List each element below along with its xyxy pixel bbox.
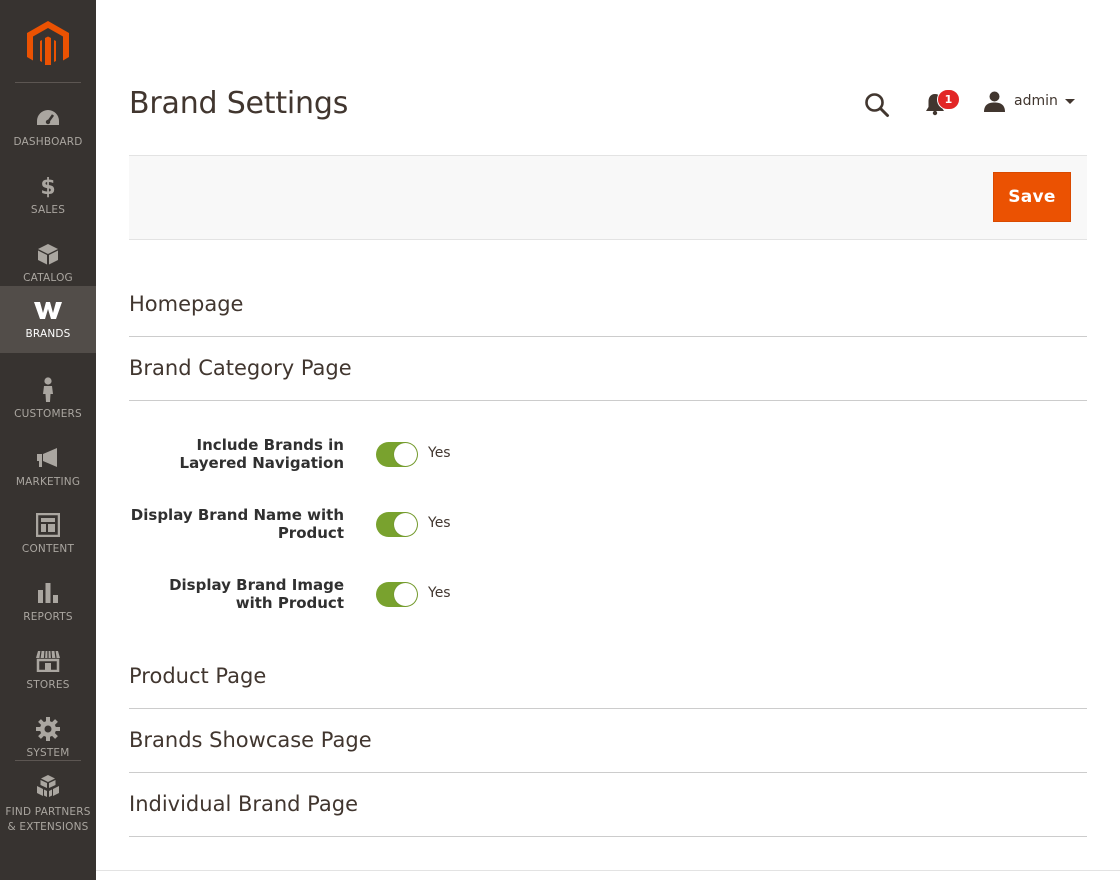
sidebar-item-label: CONTENT	[21, 543, 75, 555]
section-brands-showcase-page[interactable]: Brands Showcase Page	[129, 709, 1087, 773]
user-name: admin	[1014, 93, 1058, 109]
sidebar-item-label: CUSTOMERS	[14, 408, 82, 420]
sidebar-item-label: DASHBOARD	[13, 136, 83, 148]
sidebar-item-label: MARKETING	[15, 476, 81, 488]
toggle-switch[interactable]	[376, 512, 418, 537]
sidebar-item-label: CATALOG	[23, 272, 73, 284]
admin-sidebar: DASHBOARD $ SALES CATALOG BRANDS CUSTOME…	[0, 0, 96, 880]
sidebar-item-label: REPORTS	[23, 611, 73, 623]
sidebar-divider	[15, 82, 81, 83]
sidebar-item-label: SALES	[30, 204, 66, 216]
cubes-icon	[36, 773, 60, 799]
section-brand-category-page[interactable]: Brand Category Page	[129, 337, 1087, 401]
page-actions-bar	[129, 155, 1087, 240]
toggle-knob	[394, 513, 417, 536]
section-title: Product Page	[129, 664, 267, 688]
section-product-page[interactable]: Product Page	[129, 645, 1087, 709]
field-include-brands-layered-nav: Include Brands in Layered Navigation Yes	[129, 436, 729, 486]
sidebar-item-customers[interactable]: CUSTOMERS	[0, 366, 96, 433]
section-title: Brands Showcase Page	[129, 728, 372, 752]
person-icon	[41, 377, 55, 403]
sidebar-item-marketing[interactable]: MARKETING	[0, 434, 96, 501]
sidebar-item-label: BRANDS	[25, 328, 71, 340]
sidebar-item-system[interactable]: SYSTEM	[0, 705, 96, 772]
sidebar-divider	[15, 760, 81, 761]
toggle-value: Yes	[428, 585, 451, 601]
megaphone-icon	[36, 445, 60, 471]
user-account-menu[interactable]: admin	[984, 89, 1075, 113]
section-title: Individual Brand Page	[129, 792, 359, 816]
toggle-knob	[394, 583, 417, 606]
sidebar-item-label: SYSTEM	[26, 747, 70, 759]
brand-w-icon	[33, 297, 63, 323]
search-icon[interactable]	[864, 92, 890, 118]
chevron-down-icon	[1064, 98, 1075, 104]
toggle-value: Yes	[428, 515, 451, 531]
bar-chart-icon	[37, 580, 59, 606]
sidebar-item-stores[interactable]: STORES	[0, 637, 96, 704]
storefront-icon	[35, 648, 61, 674]
svg-text:$: $	[40, 175, 55, 198]
field-display-brand-image: Display Brand Image with Product Yes	[129, 576, 729, 626]
sidebar-item-sales[interactable]: $ SALES	[0, 162, 96, 229]
footer-divider	[96, 870, 1120, 871]
user-icon	[984, 91, 1005, 112]
gear-icon	[36, 716, 60, 742]
section-homepage[interactable]: Homepage	[129, 273, 1087, 337]
section-individual-brand-page[interactable]: Individual Brand Page	[129, 773, 1087, 837]
page-title: Brand Settings	[129, 86, 349, 121]
toggle-switch[interactable]	[376, 582, 418, 607]
sidebar-item-label: FIND PARTNERS & EXTENSIONS	[5, 806, 91, 833]
field-label: Display Brand Image with Product	[169, 576, 344, 612]
field-label: Include Brands in Layered Navigation	[179, 436, 344, 472]
notification-count-badge[interactable]: 1	[937, 89, 960, 110]
sidebar-item-find-partners[interactable]: FIND PARTNERS & EXTENSIONS	[0, 770, 96, 840]
magento-logo-icon[interactable]	[27, 21, 69, 65]
toggle-value: Yes	[428, 445, 451, 461]
section-title: Brand Category Page	[129, 356, 352, 380]
sidebar-item-brands[interactable]: BRANDS	[0, 286, 96, 353]
section-title: Homepage	[129, 292, 244, 316]
save-button[interactable]: Save	[993, 172, 1071, 222]
dashboard-icon	[36, 105, 60, 131]
field-label: Display Brand Name with Product	[130, 506, 344, 542]
field-display-brand-name: Display Brand Name with Product Yes	[129, 506, 729, 556]
sidebar-item-reports[interactable]: REPORTS	[0, 569, 96, 636]
toggle-knob	[394, 443, 417, 466]
sidebar-item-dashboard[interactable]: DASHBOARD	[0, 94, 96, 161]
toggle-switch[interactable]	[376, 442, 418, 467]
sidebar-item-content[interactable]: CONTENT	[0, 501, 96, 568]
dollar-icon: $	[40, 173, 56, 199]
layout-icon	[36, 512, 60, 538]
sidebar-item-label: STORES	[26, 679, 70, 691]
box-icon	[37, 241, 59, 267]
